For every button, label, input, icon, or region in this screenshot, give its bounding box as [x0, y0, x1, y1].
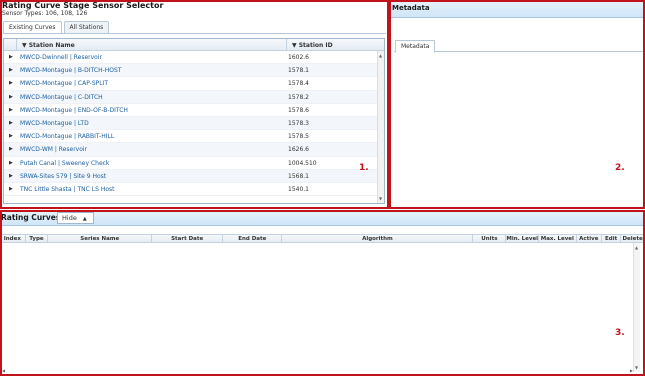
tab-divider — [3, 33, 386, 34]
column-header-edit[interactable]: Edit — [602, 235, 622, 242]
tab-all-stations[interactable]: All Stations — [63, 21, 110, 33]
metadata-tabbar: Metadata — [394, 38, 643, 53]
station-id-cell: 1540.1 — [288, 185, 309, 193]
expand-arrow-icon[interactable]: ▶ — [9, 107, 13, 113]
scroll-right-icon[interactable]: ▶ — [630, 368, 633, 373]
column-header-algorithm[interactable]: Algorithm — [282, 235, 474, 242]
expand-arrow-icon[interactable]: ▶ — [9, 146, 13, 152]
station-id-cell: 1578.2 — [288, 93, 309, 101]
station-grid-header: ▼ Station Name ▼ Station ID — [4, 39, 384, 51]
table-row[interactable]: ▶ Putah Canal | Sweeney Check 1004.510 — [4, 157, 384, 170]
metadata-header: Metadata — [391, 0, 645, 18]
column-header-type[interactable]: Type — [26, 235, 49, 242]
table-row[interactable]: ▶ MWCD-Montague | END-OF-B-DITCH 1578.6 — [4, 104, 384, 117]
table-row[interactable]: ▶ TNC Little Shasta | TNC LS Host 1540.1 — [4, 183, 384, 197]
column-header-delete[interactable]: Delete — [621, 235, 645, 242]
table-row[interactable]: ▶ MWCD-Montague | B-DITCH-HOST 1578.1 — [4, 64, 384, 78]
annotation-3: 3. — [615, 328, 625, 338]
column-header-max-level[interactable]: Max. Level — [539, 235, 577, 242]
table-row[interactable]: ▶ MWCD-Dwinnell | Reservoir 1602.6 — [4, 51, 384, 65]
station-name-cell[interactable]: Putah Canal | Sweeney Check — [20, 160, 109, 167]
annotation-2: 2. — [615, 163, 625, 173]
expand-arrow-icon[interactable]: ▶ — [9, 54, 13, 60]
station-name-cell[interactable]: MWCD-Montague | B-DITCH-HOST — [20, 67, 121, 74]
hide-button[interactable]: Hide ▲ — [57, 212, 94, 224]
expand-arrow-icon[interactable]: ▶ — [9, 173, 13, 179]
table-row[interactable]: ▶ SRWA-Sites 579 | Site 9 Host 1568.1 — [4, 169, 384, 183]
expand-arrow-icon[interactable]: ▶ — [9, 80, 13, 86]
column-header-active[interactable]: Active — [577, 235, 603, 242]
sensor-selector-title: Rating Curve Stage Sensor Selector — [2, 1, 164, 10]
station-id-header[interactable]: ▼ Station ID — [292, 42, 333, 49]
station-name-cell[interactable]: MWCD-Montague | END-OF-B-DITCH — [20, 107, 128, 114]
tab-existing-curves[interactable]: Existing Curves — [3, 21, 62, 33]
metadata-panel: Metadata Metadata — [391, 0, 645, 209]
expand-arrow-icon[interactable]: ▶ — [9, 120, 13, 126]
sensor-selector-panel: Rating Curve Stage Sensor Selector Senso… — [0, 0, 389, 209]
sensor-tabs: Existing Curves All Stations — [3, 21, 111, 33]
column-header-series-name[interactable]: Series Name — [48, 235, 153, 242]
chevron-up-icon: ▲ — [82, 216, 87, 222]
column-header-min-level[interactable]: Min. Level — [506, 235, 540, 242]
table-row[interactable]: ▶ MWCD-WM | Reservoir 1626.6 — [4, 143, 384, 157]
sensor-types-label: Sensor Types: 106, 108, 126 — [2, 10, 88, 17]
station-id-cell: 1568.1 — [288, 172, 309, 180]
expand-arrow-icon[interactable]: ▶ — [9, 186, 13, 192]
station-id-cell: 1578.4 — [288, 80, 309, 88]
scroll-down-icon[interactable]: ▼ — [379, 196, 382, 201]
station-id-cell: 1626.6 — [288, 146, 309, 154]
station-id-cell: 1578.1 — [288, 67, 309, 75]
station-id-cell: 1578.3 — [288, 119, 309, 127]
expand-arrow-icon[interactable]: ▶ — [9, 67, 13, 73]
station-name-cell[interactable]: SRWA-Sites 579 | Site 9 Host — [20, 173, 106, 180]
rating-curves-header: Rating Curves Hide ▲ — [0, 210, 645, 226]
table-row[interactable]: ▶ MWCD-Montague | LTD 1578.3 — [4, 116, 384, 131]
station-name-cell[interactable]: MWCD-Montague | LTD — [20, 120, 89, 127]
expand-arrow-icon[interactable]: ▶ — [9, 94, 13, 100]
column-header-start-date[interactable]: Start Date — [152, 235, 224, 242]
filter-icon: ▼ — [292, 42, 297, 49]
station-name-cell[interactable]: MWCD-Montague | CAP-SPLIT — [20, 80, 108, 87]
scroll-down-icon[interactable]: ▼ — [635, 365, 638, 370]
station-id-cell: 1578.6 — [288, 106, 309, 114]
annotation-1: 1. — [359, 163, 369, 173]
filter-icon: ▼ — [22, 42, 27, 49]
column-header-units[interactable]: Units — [473, 235, 507, 242]
metadata-title: Metadata — [392, 4, 430, 12]
expand-arrow-icon[interactable]: ▶ — [9, 160, 13, 166]
rating-curves-title: Rating Curves — [1, 213, 61, 222]
rating-curves-scrollbar[interactable]: ▲ ▼ — [633, 243, 640, 372]
rating-curves-panel: Rating Curves Hide ▲ Index Type Series Nam… — [0, 210, 645, 376]
scroll-up-icon[interactable]: ▲ — [635, 245, 638, 250]
station-grid-body: ▶ MWCD-Dwinnell | Reservoir 1602.6 ▶ MWCD-Mo… — [4, 51, 384, 197]
station-grid-scrollbar[interactable]: ▲ ▼ — [377, 51, 384, 203]
expand-arrow-icon[interactable]: ▶ — [9, 133, 13, 139]
station-id-cell: 1602.6 — [288, 54, 309, 61]
table-row[interactable]: ▶ MWCD-Montague | CAP-SPLIT 1578.4 — [4, 77, 384, 91]
rating-curves-hscrollbar[interactable]: ◀ ▶ — [2, 368, 633, 374]
scroll-left-icon[interactable]: ◀ — [2, 368, 5, 373]
station-grid: ▼ Station Name ▼ Station ID ▶ MWCD-Dwinne… — [3, 38, 385, 204]
station-id-cell: 1004.510 — [288, 159, 317, 167]
station-name-cell[interactable]: MWCD-WM | Reservoir — [20, 146, 87, 153]
table-row[interactable]: ▶ MWCD-Montague | C-DITCH 1578.2 — [4, 90, 384, 104]
station-name-header[interactable]: ▼ Station Name — [22, 42, 75, 49]
tab-metadata[interactable]: Metadata — [395, 40, 436, 53]
column-header-index[interactable]: Index — [0, 235, 26, 242]
table-row[interactable]: ▶ MWCD-Montague | RABBIT-HILL 1578.5 — [4, 130, 384, 144]
scroll-up-icon[interactable]: ▲ — [379, 53, 382, 58]
rating-curves-column-headers: Index Type Series Name Start Date End Date Al… — [0, 234, 645, 243]
station-name-cell[interactable]: MWCD-Dwinnell | Reservoir — [20, 54, 102, 61]
station-name-cell[interactable]: MWCD-Montague | RABBIT-HILL — [20, 133, 114, 140]
station-name-cell[interactable]: TNC Little Shasta | TNC LS Host — [20, 186, 114, 193]
column-header-end-date[interactable]: End Date — [223, 235, 283, 242]
station-name-cell[interactable]: MWCD-Montague | C-DITCH — [20, 94, 103, 101]
station-id-cell: 1578.5 — [288, 133, 309, 141]
